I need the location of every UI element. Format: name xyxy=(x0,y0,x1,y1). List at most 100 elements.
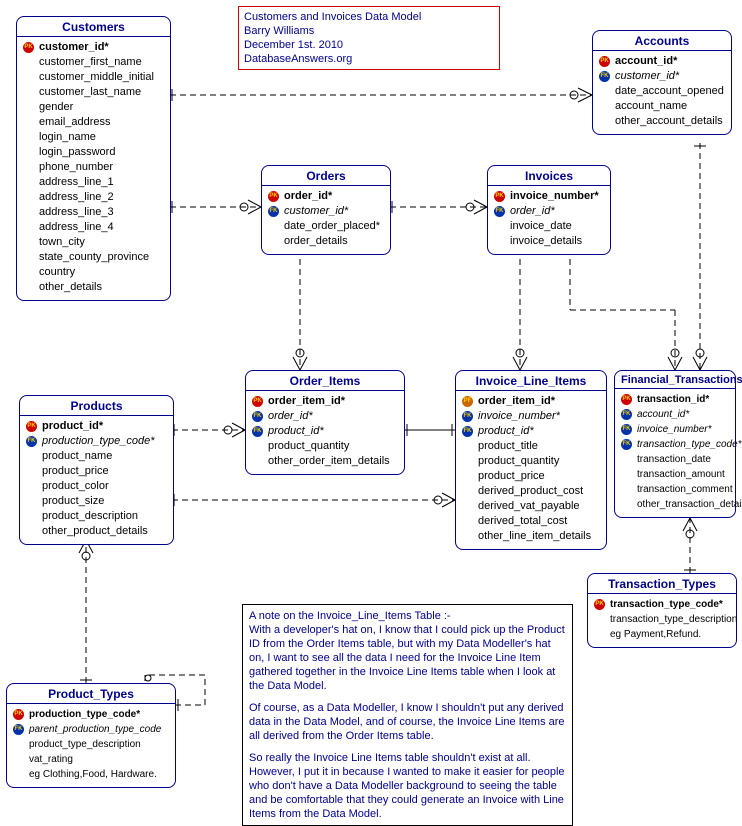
fk-key-icon xyxy=(621,408,635,421)
attribute-label: invoice_number* xyxy=(510,189,599,204)
attribute-label: invoice_number* xyxy=(637,422,712,437)
attribute-row: town_city xyxy=(23,235,164,250)
attribute-row: other_line_item_details xyxy=(462,529,600,544)
attribute-label: customer_first_name xyxy=(39,55,142,70)
blank-icon xyxy=(26,495,40,508)
entity-body: product_id*production_type_code* product_… xyxy=(20,416,173,544)
blank-icon xyxy=(494,220,508,233)
entity-customers: Customers customer_id*customer_first_nam… xyxy=(16,16,171,301)
attribute-row: account_name xyxy=(599,99,725,114)
fk-key-icon xyxy=(13,723,27,736)
attribute-label: production_type_code* xyxy=(29,707,140,722)
attribute-row: address_line_4 xyxy=(23,220,164,235)
attribute-row: product_id* xyxy=(252,424,398,439)
fk-key-icon xyxy=(494,205,508,218)
attribute-label: email_address xyxy=(39,115,111,130)
attribute-row: order_item_id* xyxy=(252,394,398,409)
attribute-label: parent_production_type_code xyxy=(29,722,161,737)
attribute-label: product_price xyxy=(42,464,109,479)
note-p3: Of course, as a Data Modeller, I know I … xyxy=(249,701,566,743)
attribute-label: other_account_details xyxy=(615,114,723,129)
blank-icon xyxy=(621,453,635,466)
attribute-label: phone_number xyxy=(39,160,113,175)
attribute-label: transaction_amount xyxy=(637,467,725,482)
blank-icon xyxy=(23,71,37,84)
entity-body: production_type_code*parent_production_t… xyxy=(7,704,175,787)
blank-icon xyxy=(13,753,27,766)
attribute-label: other_product_details xyxy=(42,524,148,539)
model-author: Barry Williams xyxy=(244,24,494,38)
attribute-row: product_size xyxy=(26,494,167,509)
attribute-row: product_id* xyxy=(462,424,600,439)
attribute-row: eg Clothing,Food, Hardware. xyxy=(13,767,169,782)
blank-icon xyxy=(462,485,476,498)
blank-icon xyxy=(23,161,37,174)
attribute-row: other_product_details xyxy=(26,524,167,539)
fk-key-icon xyxy=(268,205,282,218)
attribute-label: country xyxy=(39,265,75,280)
blank-icon xyxy=(26,465,40,478)
attribute-label: product_quantity xyxy=(268,439,349,454)
entity-body: order_item_id*invoice_number*product_id*… xyxy=(456,391,606,549)
attribute-label: derived_total_cost xyxy=(478,514,567,529)
entity-title: Customers xyxy=(17,17,170,37)
attribute-label: transaction_id* xyxy=(637,392,709,407)
attribute-row: order_id* xyxy=(494,204,604,219)
pk-key-icon xyxy=(621,393,635,406)
attribute-row: derived_vat_payable xyxy=(462,499,600,514)
entity-product-types: Product_Types production_type_code*paren… xyxy=(6,683,176,788)
attribute-row: login_name xyxy=(23,130,164,145)
attribute-row: product_description xyxy=(26,509,167,524)
blank-icon xyxy=(26,450,40,463)
blank-icon xyxy=(594,613,608,626)
attribute-label: product_type_description xyxy=(29,737,141,752)
attribute-row: transaction_comment xyxy=(621,482,729,497)
blank-icon xyxy=(599,85,613,98)
attribute-row: phone_number xyxy=(23,160,164,175)
attribute-label: product_quantity xyxy=(478,454,559,469)
pk-key-icon xyxy=(599,55,613,68)
attribute-row: order_id* xyxy=(252,409,398,424)
attribute-row: product_price xyxy=(26,464,167,479)
blank-icon xyxy=(23,251,37,264)
entity-title: Product_Types xyxy=(7,684,175,704)
attribute-row: invoice_date xyxy=(494,219,604,234)
attribute-label: eg Clothing,Food, Hardware. xyxy=(29,767,157,782)
blank-icon xyxy=(252,455,266,468)
blank-icon xyxy=(23,56,37,69)
attribute-row: other_transaction_details xyxy=(621,497,729,512)
attribute-label: vat_rating xyxy=(29,752,73,767)
entity-accounts: Accounts account_id*customer_id*date_acc… xyxy=(592,30,732,135)
entity-invoices: Invoices invoice_number*order_id*invoice… xyxy=(487,165,611,255)
attribute-label: invoice_date xyxy=(510,219,572,234)
attribute-row: parent_production_type_code xyxy=(13,722,169,737)
entity-products: Products product_id*production_type_code… xyxy=(19,395,174,545)
blank-icon xyxy=(23,191,37,204)
attribute-row: production_type_code* xyxy=(26,434,167,449)
fk-key-icon xyxy=(252,425,266,438)
attribute-label: production_type_code* xyxy=(42,434,155,449)
attribute-row: product_quantity xyxy=(252,439,398,454)
attribute-label: other_transaction_details xyxy=(637,497,742,512)
fk-key-icon xyxy=(599,70,613,83)
pk-key-icon xyxy=(268,190,282,203)
entity-body: invoice_number*order_id*invoice_dateinvo… xyxy=(488,186,610,254)
attribute-label: product_id* xyxy=(42,419,103,434)
attribute-row: derived_product_cost xyxy=(462,484,600,499)
blank-icon xyxy=(23,266,37,279)
attribute-row: derived_total_cost xyxy=(462,514,600,529)
attribute-row: transaction_type_code* xyxy=(621,437,729,452)
attribute-label: other_line_item_details xyxy=(478,529,591,544)
blank-icon xyxy=(26,480,40,493)
blank-icon xyxy=(23,236,37,249)
entity-orders: Orders order_id*customer_id*date_order_p… xyxy=(261,165,391,255)
blank-icon xyxy=(252,440,266,453)
attribute-label: invoice_number* xyxy=(478,409,560,424)
blank-icon xyxy=(462,470,476,483)
attribute-row: invoice_number* xyxy=(462,409,600,424)
fk-key-icon xyxy=(621,423,635,436)
attribute-label: product_id* xyxy=(478,424,534,439)
entity-title: Transaction_Types xyxy=(588,574,736,594)
attribute-row: state_county_province xyxy=(23,250,164,265)
entity-financial-transactions: Financial_Transactions transaction_id*ac… xyxy=(614,370,736,518)
